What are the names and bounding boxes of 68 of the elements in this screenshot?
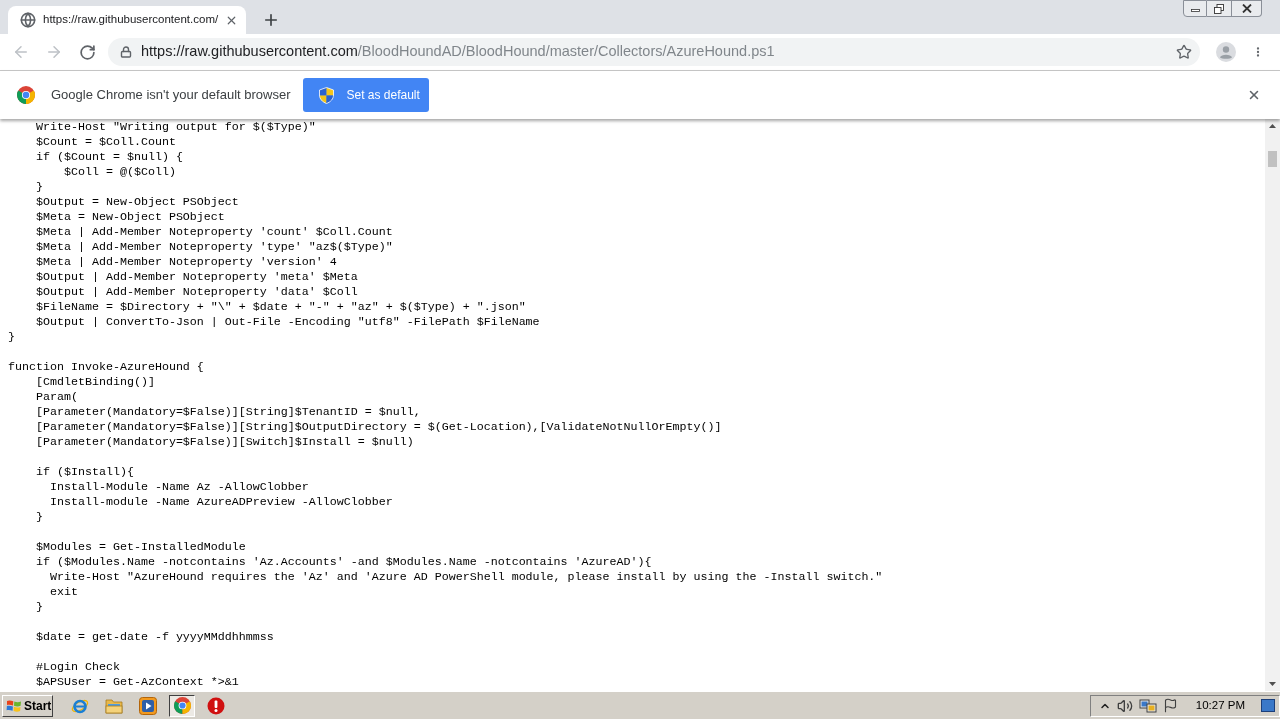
code-line: [Parameter(Mandatory=$False)][String]$OutputDirectory = $(Get-Location),[ValidateNotNullOrEmpty()]: [34, 420, 722, 434]
network-icon[interactable]: [1138, 697, 1157, 714]
code-line: if ($Count = $null) {: [34, 150, 183, 164]
chrome-logo-icon: [17, 86, 35, 104]
code-line: }: [34, 510, 43, 524]
code-line: $APSUser = Get-AzContext *>&1: [34, 675, 239, 689]
code-line: $Coll = @($Coll): [62, 165, 176, 179]
windows-flag-icon: [6, 698, 22, 713]
new-tab-icon[interactable]: [262, 11, 280, 29]
code-line: $date = get-date -f yyyyMMddhhmmss: [34, 630, 274, 644]
profile-avatar-icon[interactable]: [1216, 42, 1236, 62]
chrome-logo-icon: [173, 697, 191, 714]
code-line: #Login Check: [34, 660, 120, 674]
code-line: exit: [48, 585, 78, 599]
code-line: Write-Host "AzureHound requires the 'Az' and 'Azure AD PowerShell module, please install by using the -Install switch.": [48, 570, 883, 584]
code-line: }: [8, 330, 15, 344]
taskbar-app-button[interactable]: [169, 694, 195, 717]
globe-icon: [20, 12, 36, 28]
code-line: }: [34, 180, 43, 194]
star-icon[interactable]: [1176, 44, 1192, 60]
alert-icon: [207, 696, 225, 715]
code-line: }: [34, 600, 43, 614]
code-line: Param(: [34, 390, 78, 404]
code-line: function Invoke-AzureHound {: [8, 360, 204, 374]
code-line: $Output | Add-Member Noteproperty 'meta' $Meta: [34, 270, 358, 284]
code-line: $Output | ConvertTo-Json | Out-File -Encoding "utf8" -FilePath $FileName: [34, 315, 540, 329]
url-text: https://raw.githubusercontent.com/BloodHoundAD/BloodHound/master/Collectors/AzureHound.ps1: [141, 42, 775, 62]
window-close-button[interactable]: [1232, 0, 1262, 17]
code-line: $Meta | Add-Member Noteproperty 'version' 4: [34, 255, 337, 269]
code-line: $Meta = New-Object PSObject: [34, 210, 225, 224]
address-bar[interactable]: https://raw.githubusercontent.com/BloodHoundAD/BloodHound/master/Collectors/AzureHound.ps1: [108, 38, 1200, 66]
lock-icon: [120, 46, 132, 58]
restore-button[interactable]: [1207, 0, 1232, 17]
folder-icon: [105, 697, 123, 714]
code-line: $Output = New-Object PSObject: [34, 195, 239, 209]
code-line: Write-Host "Writing output for $($Type)": [34, 120, 316, 134]
code-line: [Parameter(Mandatory=$False)][Switch]$Install = $null): [34, 435, 414, 449]
code-line: if ($Install){: [34, 465, 134, 479]
set-default-button[interactable]: Set as default: [303, 78, 430, 112]
speaker-icon[interactable]: [1116, 697, 1133, 714]
browser-tab[interactable]: https://raw.githubusercontent.com/: [8, 6, 246, 34]
code-line: Install-Module -Name Az -AllowClobber: [48, 480, 309, 494]
tab-title: https://raw.githubusercontent.com/: [43, 12, 219, 28]
code-line: $Meta | Add-Member Noteproperty 'count' $Coll.Count: [34, 225, 393, 239]
code-line: $Meta | Add-Member Noteproperty 'type' "az$($Type)": [34, 240, 393, 254]
clock-text[interactable]: 10:27 PM: [1195, 696, 1245, 715]
code-line: [CmdletBinding()]: [34, 375, 155, 389]
minimize-button[interactable]: [1183, 0, 1207, 17]
close-icon[interactable]: [1247, 88, 1261, 102]
scrollbar-thumb[interactable]: [1268, 151, 1277, 167]
code-line: [Parameter(Mandatory=$False)][String]$TenantID = $null,: [34, 405, 421, 419]
code-line: if ($Modules.Name -notcontains 'Az.Accounts' -and $Modules.Name -notcontains 'AzureAD'){: [34, 555, 652, 569]
restore-icon: [1214, 3, 1224, 14]
reload-icon[interactable]: [78, 43, 96, 61]
code-line: $Count = $Coll.Count: [34, 135, 176, 149]
scroll-down-icon[interactable]: [1269, 682, 1276, 686]
close-icon: [1241, 4, 1252, 13]
code-line: $FileName = $Directory + "\" + $date + "-" + "az" + $($Type) + ".json": [34, 300, 526, 314]
start-button[interactable]: Start: [2, 694, 53, 717]
scroll-up-icon[interactable]: [1269, 124, 1276, 128]
code-line: Install-module -Name AzureADPreview -AllowClobber: [48, 495, 393, 509]
flag-icon[interactable]: [1162, 698, 1178, 713]
code-line: $Output | Add-Member Noteproperty 'data' $Coll: [34, 285, 358, 299]
shield-icon: [319, 86, 335, 104]
play-icon: [139, 696, 157, 715]
minimize-icon: [1190, 9, 1200, 12]
infobar-message: Google Chrome isn't your default browser: [51, 86, 291, 105]
code-line: $Modules = Get-InstalledModule: [34, 540, 246, 554]
